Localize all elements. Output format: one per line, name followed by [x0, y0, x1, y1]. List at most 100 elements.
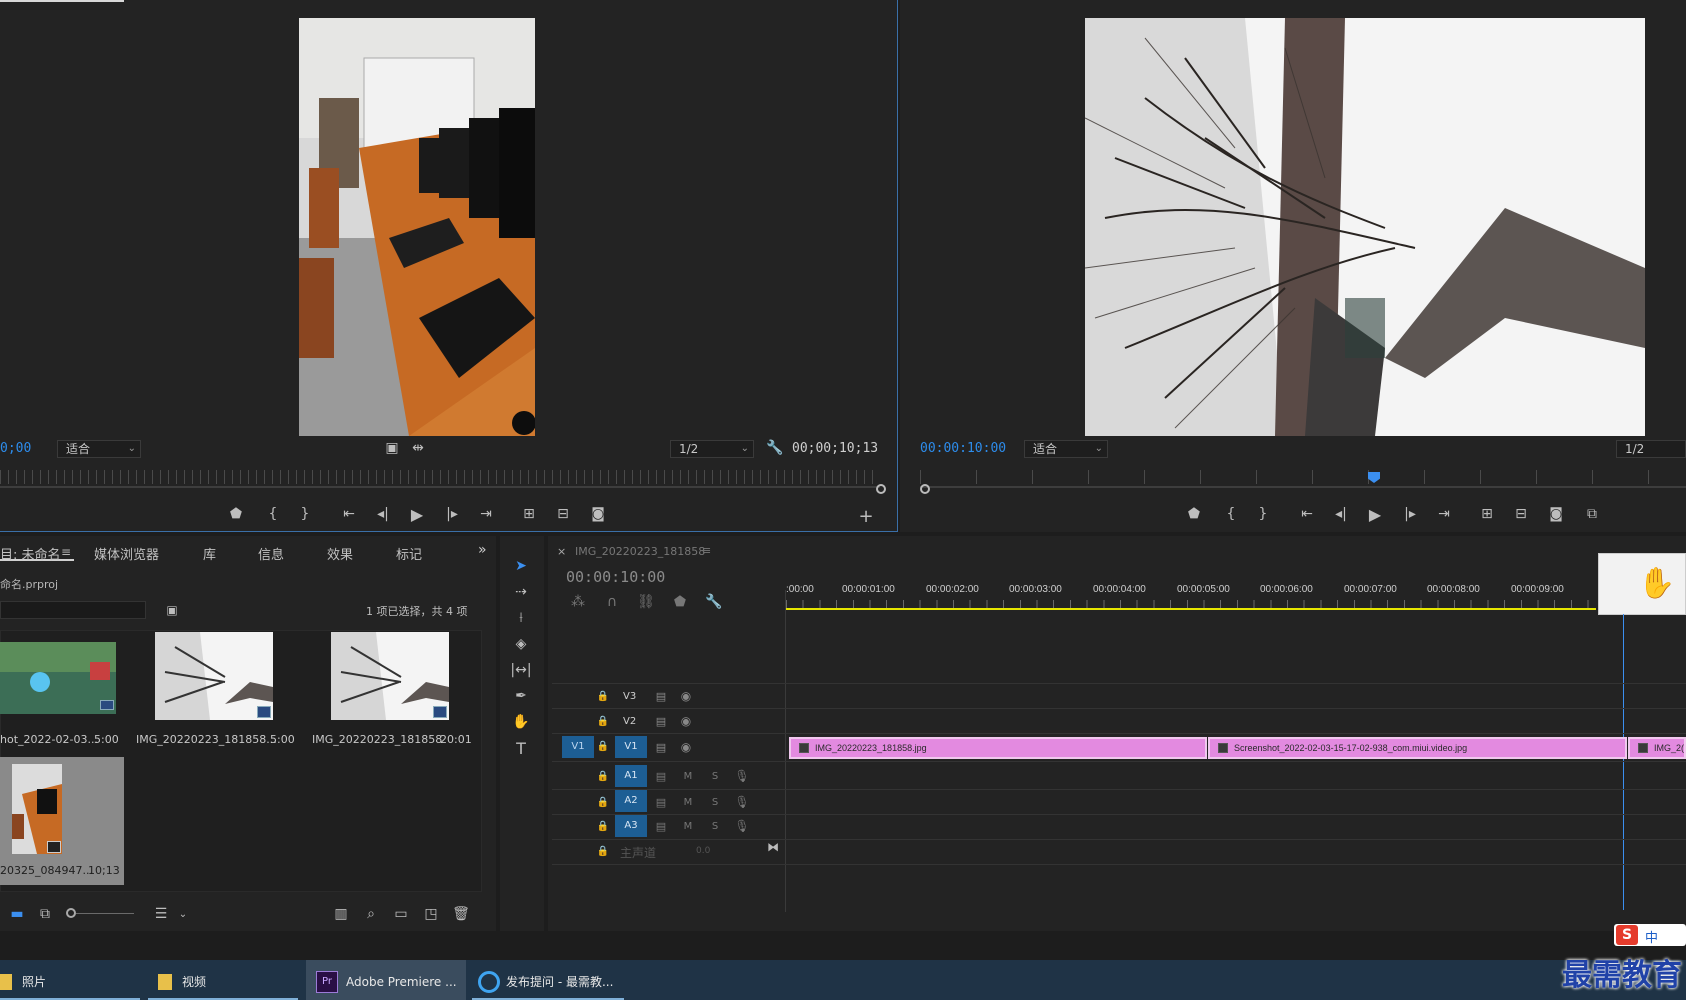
pen-tool-icon[interactable]: ✒ — [510, 685, 532, 707]
go-to-in-icon[interactable]: ⇤ — [1296, 503, 1318, 525]
panel-menu-icon[interactable]: ≡ — [61, 545, 71, 559]
project-item-thumb[interactable] — [155, 632, 273, 720]
work-area-bar[interactable] — [786, 608, 1596, 610]
find-icon[interactable]: ⌕ — [360, 903, 382, 925]
program-time-ruler[interactable] — [920, 470, 1686, 484]
panel-menu-icon[interactable]: ≡ — [702, 544, 711, 557]
microphone-icon[interactable]: 🎙 — [731, 791, 753, 813]
source-fit-dropdown[interactable]: 适合 ⌄ — [57, 440, 141, 458]
mute-button[interactable]: M — [677, 815, 699, 837]
step-back-icon[interactable]: ◂| — [372, 503, 394, 525]
program-zoom-handle[interactable] — [920, 484, 930, 494]
zoom-slider-track[interactable] — [76, 913, 134, 914]
add-marker-icon[interactable]: ⬟ — [669, 591, 691, 613]
mute-button[interactable]: M — [677, 791, 699, 813]
sync-lock-icon[interactable]: ▤ — [650, 685, 672, 707]
sync-lock-icon[interactable]: ▤ — [650, 736, 672, 758]
tab-markers[interactable]: 标记 — [396, 544, 422, 563]
program-scrub-bar[interactable] — [920, 486, 1686, 488]
source-time-ruler[interactable] — [0, 470, 880, 484]
overwrite-icon[interactable]: ⊟ — [552, 503, 574, 525]
camera-icon[interactable]: ◙ — [1545, 503, 1567, 525]
source-timecode-in[interactable]: 0;00 — [0, 441, 31, 456]
slip-tool-icon[interactable]: |↔| — [510, 659, 532, 681]
timeline-playhead[interactable] — [1623, 614, 1624, 910]
lock-icon[interactable]: 🔒 — [592, 791, 614, 813]
step-forward-icon[interactable]: |▸ — [441, 503, 463, 525]
new-bin-from-search-icon[interactable]: ▣ — [161, 599, 183, 621]
project-item-thumb[interactable] — [0, 642, 116, 714]
play-icon[interactable]: ▶ — [1364, 503, 1386, 525]
go-to-in-icon[interactable]: ⇤ — [338, 503, 360, 525]
add-button-icon[interactable]: + — [855, 505, 877, 527]
step-back-icon[interactable]: ◂| — [1330, 503, 1352, 525]
track-v1-label[interactable]: V1 — [615, 736, 647, 758]
ime-mode[interactable]: 中 — [1645, 927, 1658, 946]
go-to-out-icon[interactable]: ⇥ — [1433, 503, 1455, 525]
microphone-icon[interactable]: 🎙 — [731, 815, 753, 837]
tab-libraries[interactable]: 库 — [203, 544, 216, 563]
add-marker-icon[interactable]: ⬟ — [1183, 503, 1205, 525]
lift-icon[interactable]: ⊞ — [1476, 503, 1498, 525]
sort-icon[interactable]: ☰ — [150, 903, 172, 925]
lock-icon[interactable]: 🔒 — [592, 685, 614, 707]
track-select-tool-icon[interactable]: ⇢ — [510, 581, 532, 603]
sync-lock-icon[interactable]: ▤ — [650, 791, 672, 813]
step-forward-icon[interactable]: |▸ — [1399, 503, 1421, 525]
add-marker-icon[interactable]: ⬟ — [225, 503, 247, 525]
timeline-clip[interactable]: IMG_2( — [1628, 737, 1686, 759]
taskbar-item-photos[interactable]: 照片 — [0, 963, 46, 1000]
source-scrub-bar[interactable] — [0, 486, 880, 488]
tab-media-browser[interactable]: 媒体浏览器 — [94, 544, 159, 563]
selection-tool-icon[interactable]: ➤ — [510, 555, 532, 577]
timeline-timecode[interactable]: 00:00:10:00 — [566, 568, 665, 586]
more-tabs-icon[interactable]: » — [478, 542, 487, 558]
tab-effects[interactable]: 效果 — [327, 544, 353, 563]
snap-icon[interactable]: ∩ — [601, 591, 623, 613]
new-item-icon[interactable]: ◳ — [420, 903, 442, 925]
microphone-icon[interactable]: 🎙 — [731, 765, 753, 787]
lock-icon[interactable]: 🔒 — [592, 710, 614, 732]
solo-button[interactable]: S — [704, 815, 726, 837]
go-to-out-icon[interactable]: ⇥ — [475, 503, 497, 525]
lock-icon[interactable]: 🔒 — [592, 815, 614, 837]
zoom-slider-handle[interactable] — [66, 908, 76, 918]
source-zoom-handle[interactable] — [876, 484, 886, 494]
nest-icon[interactable]: ⁂ — [567, 591, 589, 613]
program-fit-dropdown[interactable]: 适合 ⌄ — [1024, 440, 1108, 458]
wrench-icon[interactable]: 🔧 — [764, 437, 786, 459]
search-input[interactable] — [0, 601, 146, 619]
camera-icon[interactable]: ◙ — [587, 503, 609, 525]
insert-icon[interactable]: ⊞ — [518, 503, 540, 525]
ripple-edit-tool-icon[interactable]: ⟊ — [510, 607, 532, 629]
timeline-clip[interactable]: IMG_20220223_181858.jpg — [789, 737, 1207, 759]
close-icon[interactable]: × — [557, 545, 566, 558]
icon-view-icon[interactable]: ⧉ — [34, 903, 56, 925]
program-timecode[interactable]: 00:00:10:00 — [920, 441, 1006, 456]
track-a3-label[interactable]: A3 — [615, 815, 647, 837]
timeline-ruler-ticks[interactable] — [786, 600, 1596, 608]
taskbar-item-browser[interactable]: 发布提问 - 最需教... — [478, 963, 613, 1000]
source-resolution-dropdown[interactable]: 1/2 ⌄ — [670, 440, 754, 458]
timeline-clip[interactable]: Screenshot_2022-02-03-15-17-02-938_com.m… — [1208, 737, 1627, 759]
sync-lock-icon[interactable]: ▤ — [650, 815, 672, 837]
wrench-icon[interactable]: 🔧 — [703, 591, 725, 613]
lock-icon[interactable]: 🔒 — [592, 765, 614, 787]
source-patch-v1[interactable]: V1 — [562, 736, 594, 758]
track-a2-label[interactable]: A2 — [615, 790, 647, 812]
solo-button[interactable]: S — [704, 765, 726, 787]
play-icon[interactable]: ▶ — [406, 503, 428, 525]
track-v3-label[interactable]: V3 — [623, 691, 636, 702]
hand-tool-icon[interactable]: ✋ — [510, 711, 532, 733]
list-view-icon[interactable]: ▬ — [6, 903, 28, 925]
extract-icon[interactable]: ⊟ — [1510, 503, 1532, 525]
type-tool-icon[interactable]: T — [510, 737, 532, 759]
safe-margins-icon[interactable]: ▣ — [381, 437, 403, 459]
drag-video-icon[interactable]: ⇹ — [407, 437, 429, 459]
eye-icon[interactable]: ◉ — [675, 736, 697, 758]
trash-icon[interactable]: 🗑 — [450, 903, 472, 925]
lock-icon[interactable]: 🔒 — [592, 735, 614, 757]
new-bin-icon[interactable]: ▭ — [390, 903, 412, 925]
lock-icon[interactable]: 🔒 — [592, 840, 614, 862]
tab-info[interactable]: 信息 — [258, 544, 284, 563]
